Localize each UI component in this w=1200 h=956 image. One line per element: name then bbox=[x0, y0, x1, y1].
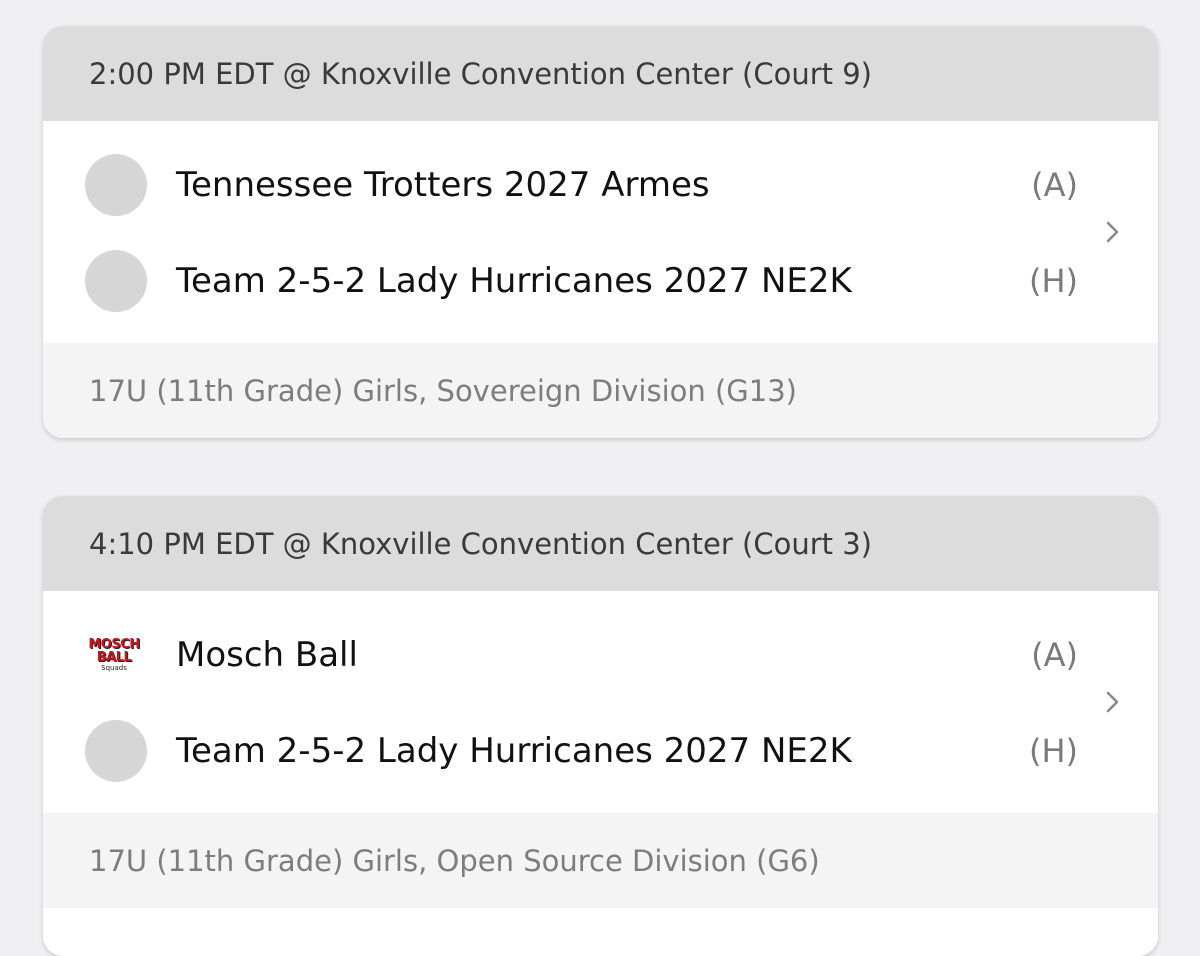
team-avatar-placeholder-icon bbox=[85, 720, 147, 782]
team-side-tag: (H) bbox=[1028, 732, 1078, 770]
game-time-location: 4:10 PM EDT @ Knoxville Convention Cente… bbox=[43, 496, 1158, 591]
team-logo-icon: MOSCH BALL Squads bbox=[85, 633, 143, 677]
logo-text-line-2: BALL bbox=[96, 650, 132, 665]
team-row-away: MOSCH BALL Squads Mosch Ball (A) bbox=[43, 607, 1158, 703]
team-avatar-placeholder-icon bbox=[85, 154, 147, 216]
team-name: Tennessee Trotters 2027 Armes bbox=[176, 165, 710, 205]
chevron-right-icon[interactable] bbox=[1098, 217, 1128, 247]
team-name: Team 2-5-2 Lady Hurricanes 2027 NE2K bbox=[176, 261, 852, 301]
team-row-home: Team 2-5-2 Lady Hurricanes 2027 NE2K (H) bbox=[43, 703, 1158, 799]
division-label: 17U (11th Grade) Girls, Sovereign Divisi… bbox=[43, 343, 1158, 438]
team-side-tag: (H) bbox=[1028, 262, 1078, 300]
team-side-tag: (A) bbox=[1031, 636, 1078, 674]
teams-section[interactable]: MOSCH BALL Squads Mosch Ball (A) Team 2-… bbox=[43, 591, 1158, 813]
team-avatar-placeholder-icon bbox=[85, 250, 147, 312]
teams-section[interactable]: Tennessee Trotters 2027 Armes (A) Team 2… bbox=[43, 121, 1158, 343]
logo-text-line-3: Squads bbox=[101, 664, 127, 672]
team-name: Mosch Ball bbox=[176, 635, 358, 675]
team-row-home: Team 2-5-2 Lady Hurricanes 2027 NE2K (H) bbox=[43, 233, 1158, 329]
division-label: 17U (11th Grade) Girls, Open Source Divi… bbox=[43, 813, 1158, 908]
team-row-away: Tennessee Trotters 2027 Armes (A) bbox=[43, 137, 1158, 233]
chevron-right-icon[interactable] bbox=[1098, 687, 1128, 717]
team-name: Team 2-5-2 Lady Hurricanes 2027 NE2K bbox=[176, 731, 852, 771]
game-time-location: 2:00 PM EDT @ Knoxville Convention Cente… bbox=[43, 26, 1158, 121]
team-side-tag: (A) bbox=[1031, 166, 1078, 204]
game-card[interactable]: 4:10 PM EDT @ Knoxville Convention Cente… bbox=[43, 496, 1158, 956]
game-card[interactable]: 2:00 PM EDT @ Knoxville Convention Cente… bbox=[43, 26, 1158, 438]
